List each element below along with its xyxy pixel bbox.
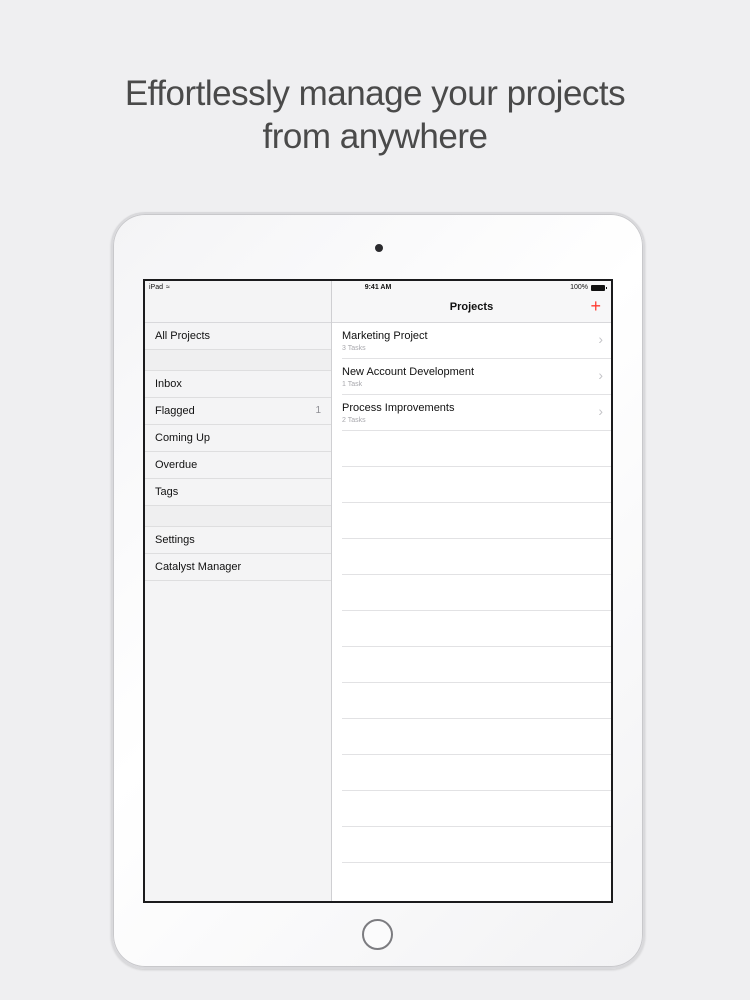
project-row-new-account[interactable]: New Account Development 1 Task › [342, 359, 611, 395]
status-right: 100% [570, 284, 607, 291]
project-row-marketing[interactable]: Marketing Project 3 Tasks › [342, 323, 611, 359]
empty-row [342, 791, 611, 827]
battery-percent: 100% [570, 284, 588, 291]
sidebar-item-label: Flagged [155, 405, 195, 417]
sidebar-item-label: Settings [155, 534, 195, 546]
sidebar-item-label: Coming Up [155, 432, 211, 444]
project-row-process-improvements[interactable]: Process Improvements 2 Tasks › [342, 395, 611, 431]
empty-row [342, 647, 611, 683]
plus-icon: + [590, 296, 601, 316]
chevron-right-icon: › [598, 331, 603, 347]
projects-panel: Projects + Marketing Project 3 Tasks › N… [332, 281, 611, 901]
empty-row [342, 683, 611, 719]
empty-row [342, 467, 611, 503]
sidebar-item-overdue[interactable]: Overdue [145, 452, 331, 479]
home-button[interactable] [362, 919, 393, 950]
headline-line-2: from anywhere [262, 117, 488, 156]
sidebar-item-label: Overdue [155, 459, 198, 471]
sidebar-item-coming-up[interactable]: Coming Up [145, 425, 331, 452]
camera-icon [375, 244, 383, 252]
empty-row [342, 719, 611, 755]
project-task-count: 3 Tasks [342, 345, 366, 352]
chevron-right-icon: › [598, 403, 603, 419]
sidebar-item-label: All Projects [155, 330, 211, 342]
sidebar-item-flagged[interactable]: Flagged 1 [145, 398, 331, 425]
status-time: 9:41 AM [364, 284, 392, 291]
page-title: Projects [449, 301, 494, 313]
project-task-count: 2 Tasks [342, 417, 366, 424]
flagged-count-badge: 1 [315, 405, 321, 416]
battery-icon [591, 284, 607, 291]
sidebar: All Projects Inbox Flagged 1 Coming Up O… [145, 281, 332, 901]
empty-row [342, 575, 611, 611]
add-project-button[interactable]: + [590, 297, 601, 315]
empty-row [342, 503, 611, 539]
project-name: Process Improvements [342, 402, 455, 414]
headline-line-1: Effortlessly manage your projects [124, 74, 626, 113]
sidebar-item-label: Inbox [155, 378, 182, 390]
headline: Effortlessly manage your projects from a… [0, 72, 750, 158]
empty-row [342, 755, 611, 791]
empty-row [342, 539, 611, 575]
ipad-screen: iPad ≈ 9:41 AM 100% All Projects Inbox F… [143, 279, 613, 903]
project-task-count: 1 Task [342, 381, 363, 388]
sidebar-item-settings[interactable]: Settings [145, 527, 331, 554]
sidebar-item-label: Tags [155, 486, 179, 498]
sidebar-item-tags[interactable]: Tags [145, 479, 331, 506]
project-name: New Account Development [342, 366, 475, 378]
empty-row [342, 611, 611, 647]
sidebar-section-gap [145, 506, 331, 527]
sidebar-item-catalyst-manager[interactable]: Catalyst Manager [145, 554, 331, 581]
project-name: Marketing Project [342, 330, 428, 342]
sidebar-section-gap [145, 350, 331, 371]
sidebar-item-inbox[interactable]: Inbox [145, 371, 331, 398]
sidebar-item-all-projects[interactable]: All Projects [145, 323, 331, 350]
sidebar-item-label: Catalyst Manager [155, 561, 242, 573]
status-bar: iPad ≈ 9:41 AM 100% [145, 281, 611, 295]
chevron-right-icon: › [598, 367, 603, 383]
empty-row [342, 827, 611, 863]
empty-row [342, 431, 611, 467]
